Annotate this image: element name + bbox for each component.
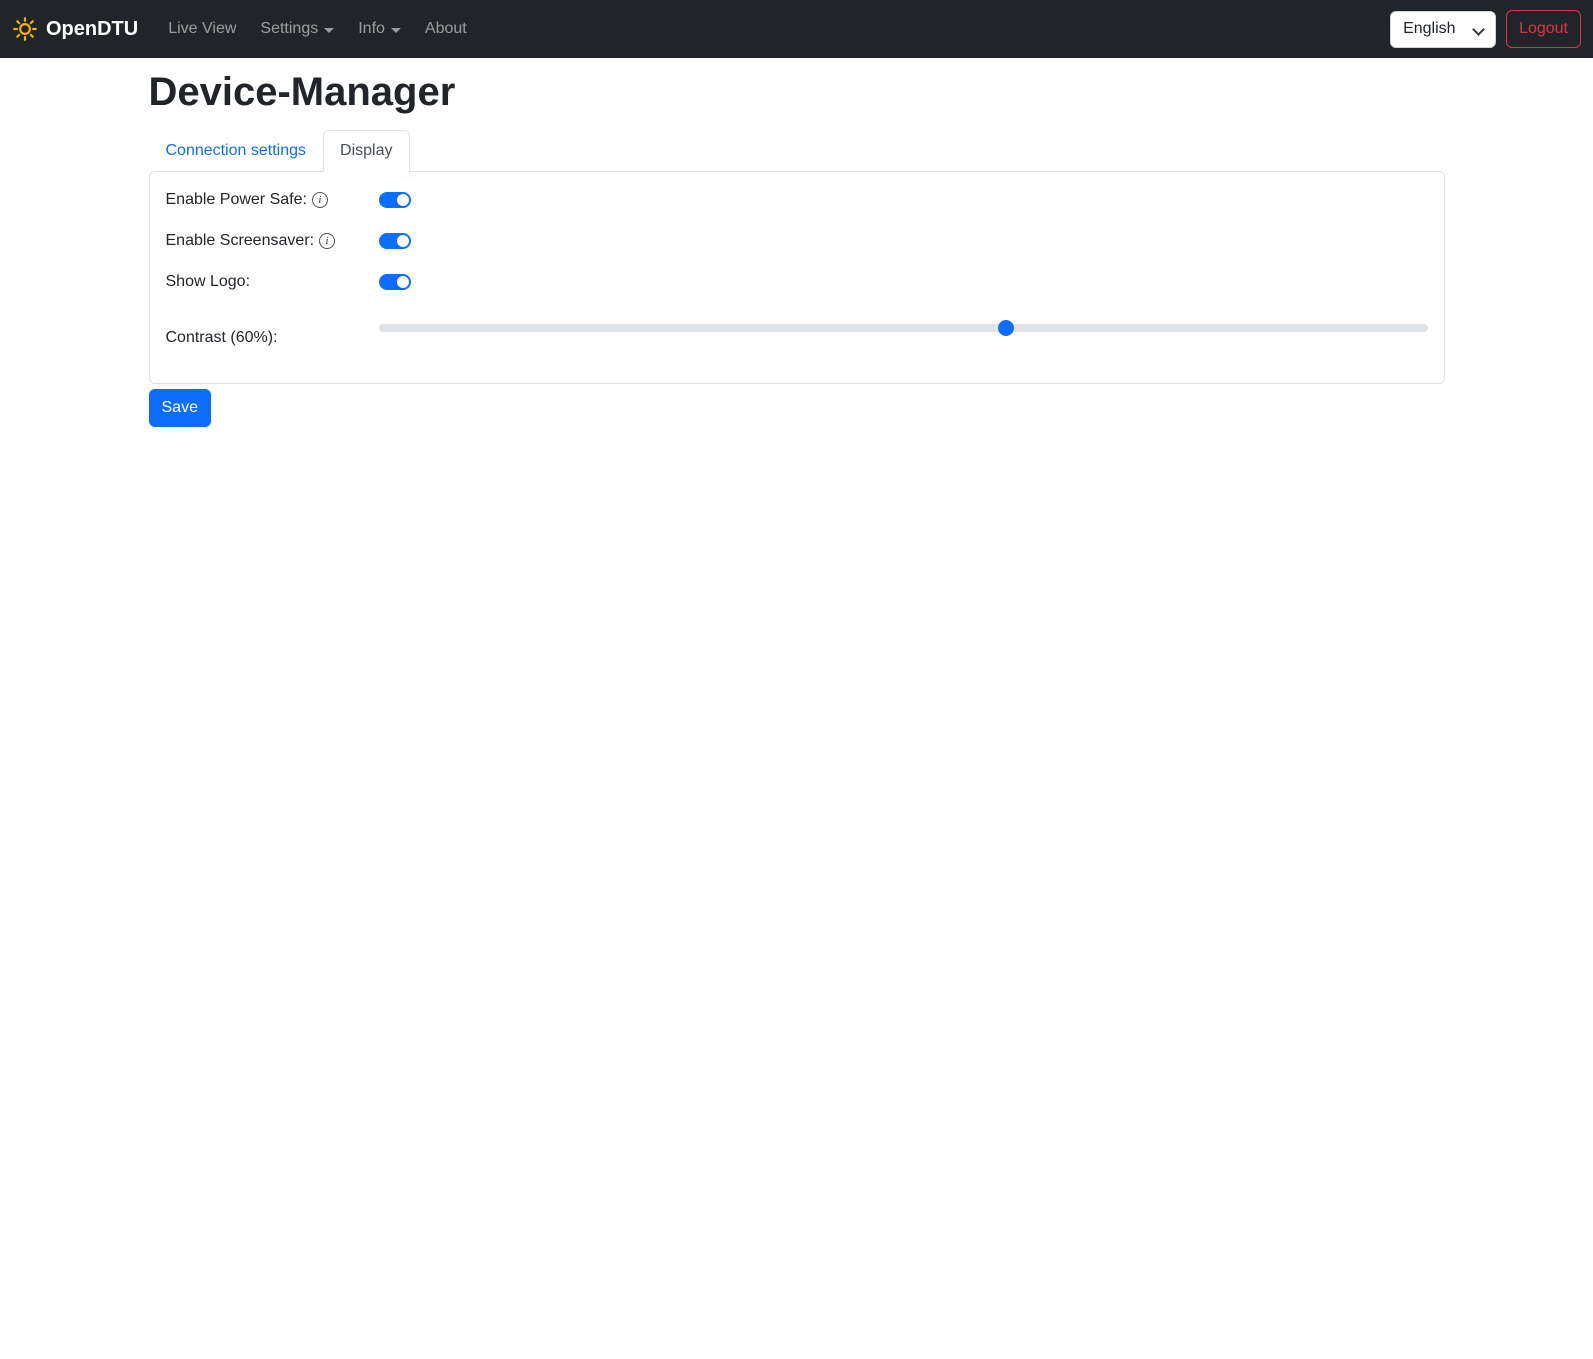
navbar: OpenDTU Live View Settings Info About En… — [0, 0, 1593, 58]
logout-button[interactable]: Logout — [1506, 10, 1581, 48]
main-content: Device-Manager Connection settings Displ… — [148, 68, 1445, 427]
caret-down-icon — [324, 27, 335, 33]
nav-item-label: Settings — [260, 20, 319, 37]
language-select[interactable]: English — [1390, 10, 1497, 48]
show-logo-toggle[interactable] — [378, 274, 411, 290]
toggle-knob — [396, 276, 409, 288]
nav-item-live-view[interactable]: Live View — [160, 12, 244, 46]
setting-row-contrast: Contrast (60%): — [166, 311, 1428, 367]
setting-label-text: Enable Screensaver: — [165, 232, 315, 249]
chevron-down-icon — [1472, 22, 1485, 36]
save-button[interactable]: Save — [148, 389, 211, 427]
tab-display[interactable]: Display — [323, 130, 410, 172]
setting-label: Enable Power Safe: i — [166, 188, 379, 212]
toggle-knob — [396, 235, 409, 247]
setting-row-enable-screensaver: Enable Screensaver: i — [166, 229, 1428, 253]
contrast-slider-thumb[interactable] — [998, 320, 1015, 336]
setting-label: Contrast (60%): — [166, 311, 379, 350]
setting-label: Show Logo: — [166, 270, 379, 294]
nav-item-about[interactable]: About — [417, 12, 475, 46]
nav-item-info[interactable]: Info — [350, 12, 409, 46]
info-icon[interactable]: i — [311, 192, 328, 208]
nav-links: Live View Settings Info About — [156, 12, 479, 46]
navbar-right: English Logout — [1390, 10, 1581, 48]
info-icon[interactable]: i — [319, 233, 336, 249]
contrast-slider[interactable] — [378, 320, 1428, 336]
tab-bar: Connection settings Display — [149, 130, 1445, 172]
setting-row-show-logo: Show Logo: — [166, 270, 1428, 294]
setting-row-enable-power-safe: Enable Power Safe: i — [166, 188, 1428, 212]
caret-down-icon — [390, 27, 401, 33]
nav-item-label: About — [424, 20, 467, 37]
nav-item-label: Live View — [168, 20, 237, 37]
setting-label-text: Show Logo: — [165, 273, 251, 290]
sun-icon — [12, 16, 38, 42]
setting-label-text: Contrast (60%): — [165, 329, 278, 346]
toggle-knob — [396, 194, 409, 206]
brand-title: OpenDTU — [46, 17, 139, 40]
brand[interactable]: OpenDTU — [12, 16, 138, 42]
page-title: Device-Manager — [148, 70, 456, 114]
enable-power-safe-toggle[interactable] — [378, 192, 411, 208]
display-settings-card: Enable Power Safe: i Enable Screensaver:… — [148, 171, 1445, 384]
setting-label: Enable Screensaver: i — [166, 229, 379, 253]
enable-screensaver-toggle[interactable] — [378, 233, 411, 249]
tab-connection-settings[interactable]: Connection settings — [149, 130, 324, 172]
nav-item-settings[interactable]: Settings — [252, 12, 342, 46]
setting-label-text: Enable Power Safe: — [165, 191, 307, 208]
language-selected-value: English — [1403, 20, 1456, 37]
nav-item-label: Info — [358, 20, 385, 37]
slider-track[interactable] — [378, 324, 1428, 332]
